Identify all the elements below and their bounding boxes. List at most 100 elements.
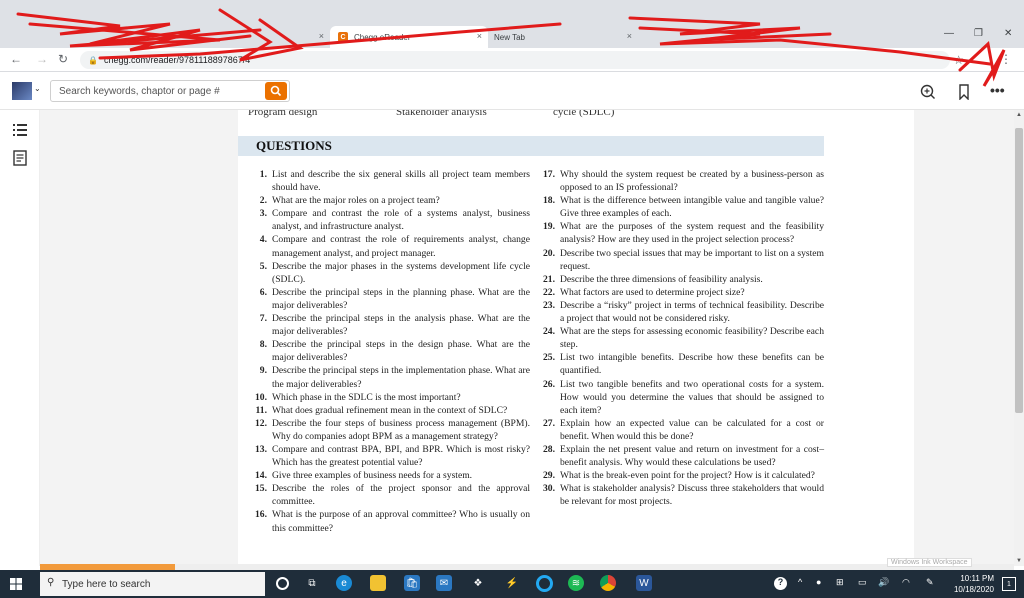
- file-explorer-icon[interactable]: [370, 575, 386, 591]
- search-input[interactable]: [51, 81, 251, 102]
- chrome-icon[interactable]: [600, 575, 616, 591]
- tab-new-tab[interactable]: New Tab ×: [488, 26, 638, 48]
- taskbar-search[interactable]: ⚲ Type here to search: [40, 572, 265, 596]
- question-number: 6.: [259, 286, 267, 298]
- question-number: 1.: [259, 169, 267, 180]
- question-item: 1. List and describe the six general skil…: [250, 168, 530, 194]
- task-view-icon[interactable]: ⧉: [304, 575, 320, 591]
- question-number: 15.: [255, 483, 267, 495]
- windows-start-icon[interactable]: [10, 578, 22, 590]
- minimize-button[interactable]: —: [944, 28, 954, 39]
- notification-center-icon[interactable]: 1: [1002, 577, 1016, 591]
- clock-date: 10/18/2020: [953, 585, 994, 594]
- question-text: Compare and contrast the role of a syste…: [272, 208, 530, 233]
- question-text: Describe the major phases in the systems…: [272, 260, 530, 285]
- cortana-icon[interactable]: [276, 577, 289, 590]
- left-rail: [0, 110, 40, 566]
- windows-taskbar: ⚲ Type here to search ⧉ e 🛍 ✉ ❖ ⚡ ≋ W ? …: [0, 570, 1024, 598]
- close-icon[interactable]: ×: [477, 31, 482, 41]
- taskbar-clock[interactable]: 10:11 PM 10/18/2020: [954, 573, 994, 595]
- spotify-icon[interactable]: ≋: [568, 575, 584, 591]
- chevron-down-icon[interactable]: ⌄: [34, 84, 41, 93]
- question-item: 15. Describe the roles of the project spo…: [250, 482, 530, 508]
- mail-icon[interactable]: ✉: [436, 575, 452, 591]
- bookmark-icon[interactable]: [958, 84, 970, 103]
- forward-arrow-icon[interactable]: →: [36, 52, 48, 66]
- pen-icon[interactable]: ✎: [926, 577, 934, 588]
- close-icon[interactable]: ×: [627, 31, 632, 41]
- question-text: What does gradual refinement mean in the…: [272, 404, 508, 416]
- question-item: 6. Describe the principal steps in the pl…: [250, 286, 530, 312]
- question-item: 9. Describe the principal steps in the im…: [250, 364, 530, 390]
- question-text: Describe the roles of the project sponso…: [272, 483, 530, 508]
- question-item: 24. What are the steps for assessing econ…: [538, 325, 824, 351]
- question-text: Describe the three dimensions of feasibi…: [560, 273, 763, 285]
- windows-ink-watermark: Windows Ink Workspace: [887, 558, 972, 567]
- word-icon[interactable]: W: [636, 575, 652, 591]
- zoom-in-icon[interactable]: [920, 84, 936, 103]
- question-item: 30. What is stakeholder analysis? Discuss…: [538, 482, 824, 508]
- cortana-ring-icon[interactable]: [536, 575, 553, 592]
- wifi-icon[interactable]: ◠: [902, 577, 910, 588]
- more-options-icon[interactable]: •••: [990, 82, 1005, 98]
- question-item: 26. List two tangible benefits and two op…: [538, 378, 824, 417]
- edge-icon[interactable]: e: [336, 575, 352, 591]
- table-of-contents-icon[interactable]: [12, 122, 28, 138]
- tab-label: New Tab: [494, 32, 525, 42]
- question-item: 20. Describe two special issues that may …: [538, 247, 824, 273]
- help-icon[interactable]: ?: [774, 577, 787, 590]
- reload-icon[interactable]: ↻: [58, 52, 68, 66]
- question-number: 5.: [259, 260, 267, 272]
- question-item: 28. Explain the net present value and ret…: [538, 443, 824, 469]
- dropbox-icon[interactable]: ❖: [470, 575, 486, 591]
- search-button[interactable]: [265, 82, 287, 100]
- tab-label: Chegg eReader: [354, 32, 411, 42]
- tab-chegg-ereader[interactable]: C Chegg eReader ×: [330, 26, 488, 48]
- kebab-menu-icon[interactable]: ⋮: [1000, 52, 1012, 66]
- chevron-up-icon[interactable]: ^: [798, 577, 802, 587]
- scroll-down-icon[interactable]: ▼: [1016, 558, 1022, 564]
- battery-icon[interactable]: ▭: [858, 577, 867, 588]
- scroll-up-icon[interactable]: ▲: [1016, 112, 1022, 118]
- tray-dropbox-icon[interactable]: ⊞: [836, 577, 844, 588]
- question-text: What is the difference between intangibl…: [560, 195, 824, 220]
- question-number: 30.: [543, 483, 555, 495]
- question-text: What are the purposes of the system requ…: [560, 221, 824, 246]
- question-text: What factors are used to determine proje…: [560, 286, 745, 298]
- question-number: 17.: [543, 169, 555, 180]
- close-icon[interactable]: ×: [319, 31, 324, 41]
- question-text: Describe the four steps of business proc…: [272, 417, 530, 442]
- chegg-favicon-icon: C: [338, 32, 348, 42]
- url-field[interactable]: 🔒 chegg.com/reader/9781118897867/4: [80, 51, 950, 69]
- maximize-button[interactable]: ❐: [974, 28, 983, 39]
- power-automate-icon[interactable]: ⚡: [504, 575, 520, 591]
- question-text: What is the break-even point for the pro…: [560, 470, 815, 482]
- question-number: 7.: [259, 313, 267, 325]
- close-window-button[interactable]: ✕: [1004, 28, 1012, 39]
- question-text: List and describe the six general skills…: [272, 169, 530, 194]
- notes-icon[interactable]: [12, 150, 28, 166]
- store-icon[interactable]: 🛍: [404, 575, 420, 591]
- volume-icon[interactable]: 🔊: [878, 577, 889, 588]
- question-number: 18.: [543, 195, 555, 207]
- lock-icon: 🔒: [88, 55, 98, 65]
- tab-hidden-left[interactable]: ×: [190, 26, 330, 48]
- back-arrow-icon[interactable]: ←: [10, 52, 22, 66]
- book-cover-thumbnail[interactable]: [12, 82, 32, 100]
- questions-left-column: 1. List and describe the six general skil…: [250, 168, 530, 535]
- question-number: 22.: [543, 286, 555, 298]
- question-item: 4. Compare and contrast the role of requi…: [250, 233, 530, 259]
- question-text: What is stakeholder analysis? Discuss th…: [560, 483, 824, 508]
- question-number: 21.: [543, 273, 555, 285]
- question-number: 19.: [543, 221, 555, 233]
- question-number: 16.: [255, 509, 267, 521]
- tray-app-icon[interactable]: ●: [816, 577, 821, 587]
- prev-title: Program design: [248, 110, 318, 118]
- question-item: 5. Describe the major phases in the syste…: [250, 260, 530, 286]
- bookmark-star-icon[interactable]: ☆: [953, 53, 964, 67]
- scrollbar-thumb[interactable]: [1015, 128, 1023, 413]
- question-item: 16. What is the purpose of an approval co…: [250, 508, 530, 534]
- question-item: 11. What does gradual refinement mean in …: [250, 404, 530, 417]
- question-item: 14. Give three examples of business needs…: [250, 469, 530, 482]
- question-text: Explain how an expected value can be cal…: [560, 417, 824, 442]
